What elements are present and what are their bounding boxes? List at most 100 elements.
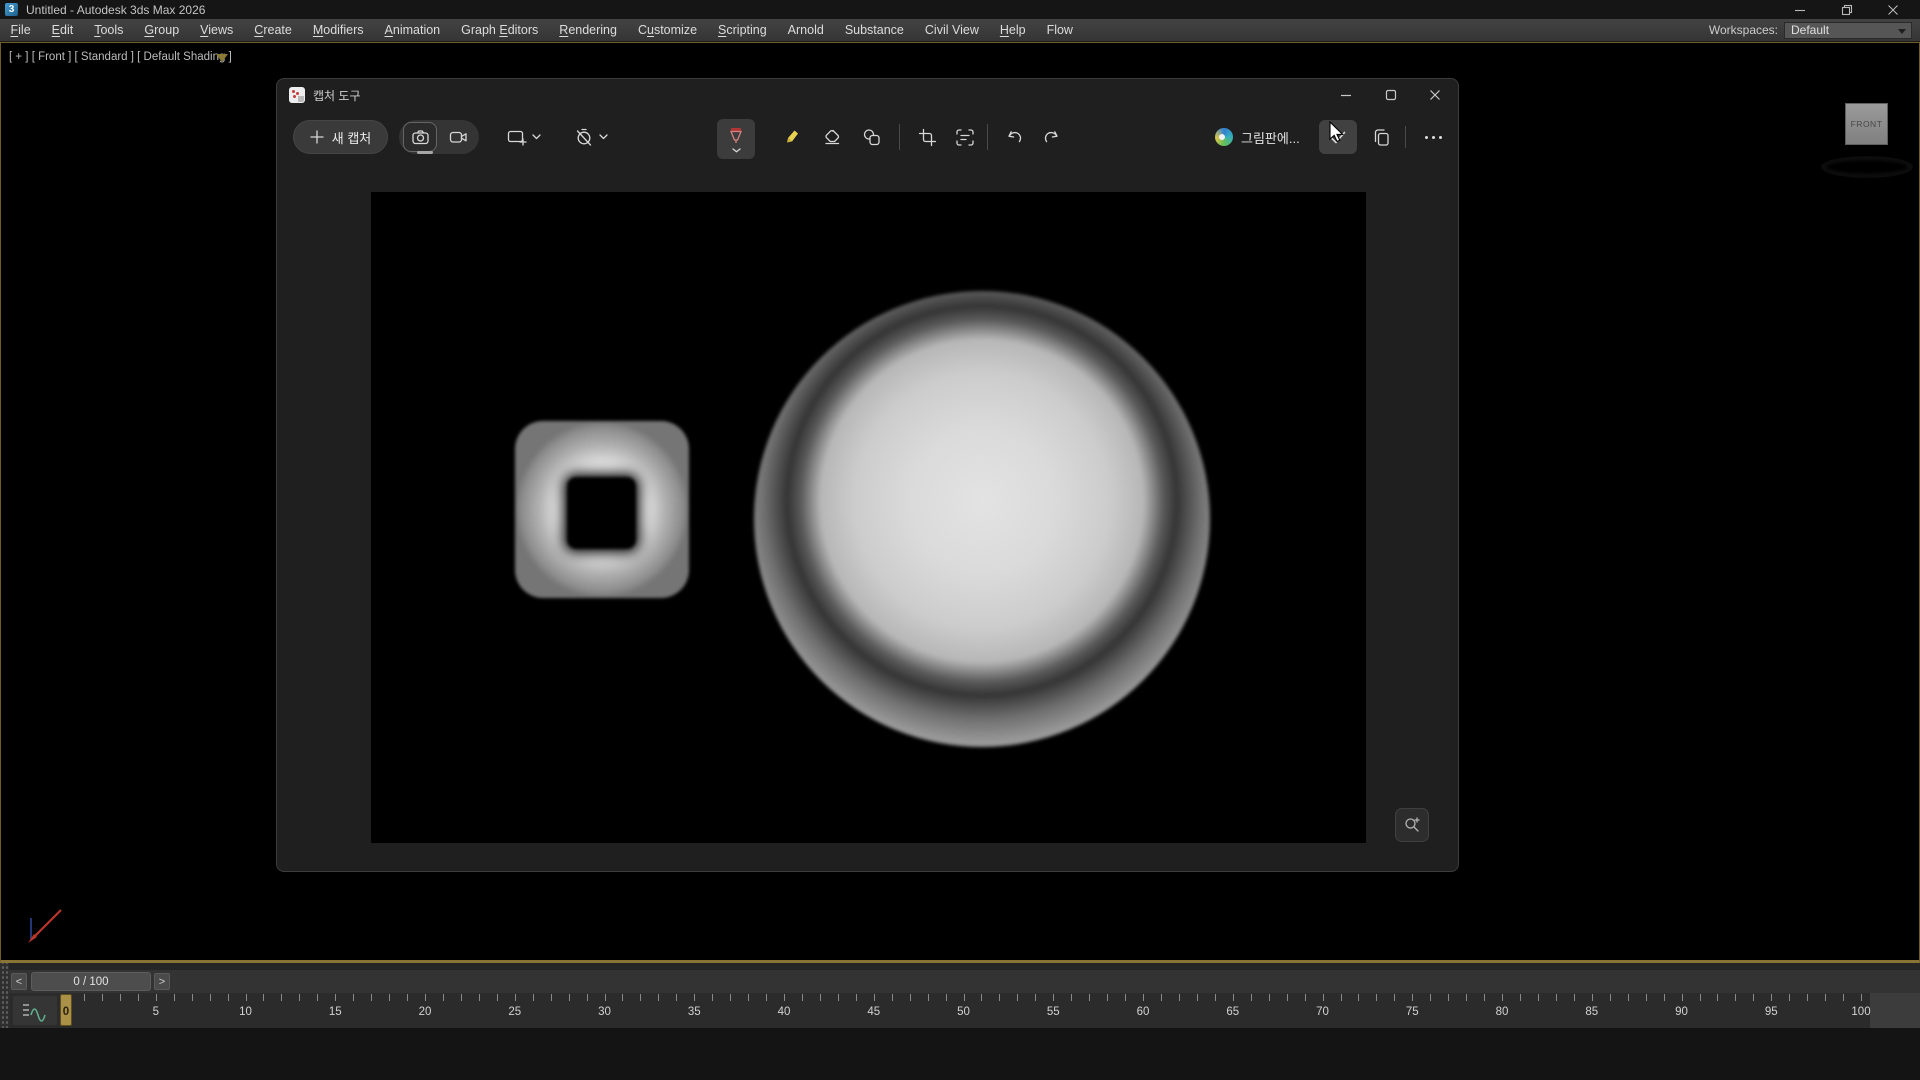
edit-in-paint-label: 그림판에... [1241, 128, 1300, 147]
menu-arnold[interactable]: Arnold [777, 19, 834, 41]
timeline-resize-gutter[interactable] [0, 963, 9, 1030]
ruler-tick [1430, 994, 1431, 1001]
menu-scripting[interactable]: Scripting [708, 19, 778, 41]
edit-in-paint-button[interactable]: 그림판에... [1207, 120, 1308, 154]
menu-substance[interactable]: Substance [834, 19, 914, 41]
ruler-tick [1143, 994, 1144, 1001]
previous-frame-button[interactable]: < [11, 973, 27, 990]
viewcube[interactable]: FRONT [1819, 83, 1919, 183]
video-mode-button[interactable] [440, 122, 476, 152]
menu-edit[interactable]: Edit [41, 19, 84, 41]
track-bar[interactable]: 0510152025303540455055606570758085909510… [9, 993, 1920, 1028]
copy-button[interactable] [1363, 120, 1399, 154]
eraser-button[interactable] [814, 120, 850, 154]
rendered-torus-and-sphere [754, 291, 1210, 747]
ruler-label: 45 [867, 1006, 880, 1018]
more-options-icon [1425, 136, 1428, 139]
close-icon [1429, 89, 1441, 101]
frame-indicator[interactable]: 0 / 100 [31, 972, 151, 991]
snip-maximize-button[interactable] [1369, 80, 1413, 110]
menu-graph-editors[interactable]: Graph Editors [451, 19, 549, 41]
menu-customize[interactable]: Customize [627, 19, 707, 41]
snip-close-button[interactable] [1413, 80, 1457, 110]
visual-search-button[interactable] [1395, 808, 1429, 842]
world-axis-tripod [15, 896, 75, 956]
ruler-label: 0 [63, 1006, 69, 1018]
ruler-label: 95 [1765, 1006, 1778, 1018]
ruler-tick [784, 994, 785, 1001]
chevron-down-icon [599, 134, 608, 140]
close-icon [1887, 4, 1899, 16]
menu-views[interactable]: Views [190, 19, 244, 41]
redo-button[interactable] [1033, 120, 1069, 154]
menu-file[interactable]: File [0, 19, 41, 41]
shapes-button[interactable] [854, 120, 890, 154]
ruler-tick [1053, 994, 1054, 1001]
viewcube-front-face[interactable]: FRONT [1845, 103, 1888, 145]
menu-animation[interactable]: Animation [374, 19, 451, 41]
timer-dropdown[interactable] [563, 120, 619, 154]
redo-icon [1042, 129, 1060, 146]
menu-create[interactable]: Create [244, 19, 303, 41]
ruler-tick [1233, 994, 1234, 1001]
ruler-tick [246, 994, 247, 1001]
viewport-filter-icon[interactable] [216, 54, 228, 62]
new-capture-button[interactable]: 새 캡처 [293, 120, 388, 154]
ruler-tick [1771, 994, 1772, 1001]
ruler-label: 90 [1675, 1006, 1688, 1018]
crop-button[interactable] [909, 120, 945, 154]
workspaces-dropdown[interactable]: Default [1784, 22, 1912, 39]
capture-shape-dropdown[interactable] [495, 120, 553, 154]
max-window-title: Untitled - Autodesk 3ds Max 2026 [26, 3, 205, 17]
max-restore-button[interactable] [1826, 0, 1868, 19]
ruler-tick [1287, 994, 1288, 1001]
next-frame-button[interactable]: > [154, 973, 170, 990]
workspaces-value: Default [1791, 23, 1829, 37]
ruler-tick [1735, 994, 1736, 1001]
snip-minimize-button[interactable] [1324, 80, 1368, 110]
ruler-tick [174, 994, 175, 1001]
timeline-gap [9, 963, 1920, 970]
more-options-button[interactable] [1415, 120, 1451, 154]
minimize-icon [1340, 89, 1352, 101]
ruler-tick [1843, 994, 1844, 1001]
highlighter-button[interactable] [774, 120, 810, 154]
menu-modifiers[interactable]: Modifiers [302, 19, 374, 41]
ruler-tick [605, 994, 606, 1001]
menu-flow[interactable]: Flow [1036, 19, 1083, 41]
text-actions-button[interactable] [947, 120, 983, 154]
menu-help[interactable]: Help [989, 19, 1036, 41]
photo-mode-button[interactable] [403, 122, 437, 152]
menu-rendering[interactable]: Rendering [549, 19, 628, 41]
ruler-label: 50 [957, 1006, 970, 1018]
ruler-tick [371, 994, 372, 1001]
ruler-tick [1538, 994, 1539, 1001]
ballpoint-pen-button[interactable] [717, 119, 755, 159]
ruler-tick [1484, 994, 1485, 1001]
max-close-button[interactable] [1872, 0, 1914, 19]
ruler-tick [946, 994, 947, 1001]
undo-icon [1006, 129, 1024, 146]
menu-civil-view[interactable]: Civil View [914, 19, 989, 41]
max-menu-bar: FileEditToolsGroupViewsCreateModifiersAn… [0, 19, 1920, 42]
ruler-tick [1700, 994, 1701, 1001]
ruler-tick [622, 994, 623, 1001]
frame-ruler[interactable]: 0510152025303540455055606570758085909510… [9, 993, 1920, 1028]
menu-tools[interactable]: Tools [84, 19, 134, 41]
ruler-tick [407, 994, 408, 1001]
viewport-label[interactable]: [ + ] [ Front ] [ Standard ] [ Default S… [9, 51, 232, 63]
ruler-label: 100 [1851, 1006, 1870, 1018]
ruler-tick [1825, 994, 1826, 1001]
ruler-tick [838, 994, 839, 1001]
new-capture-label: 새 캡처 [332, 128, 372, 147]
captured-screenshot[interactable] [371, 192, 1366, 843]
max-minimize-button[interactable] [1779, 0, 1821, 19]
mouse-cursor [1329, 121, 1351, 145]
ruler-tick [281, 994, 282, 1001]
undo-button[interactable] [997, 120, 1033, 154]
ruler-label: 75 [1406, 1006, 1419, 1018]
menu-group[interactable]: Group [134, 19, 190, 41]
timer-off-icon [575, 128, 594, 147]
chevron-down-icon [532, 134, 541, 140]
ruler-tick [515, 994, 516, 1001]
